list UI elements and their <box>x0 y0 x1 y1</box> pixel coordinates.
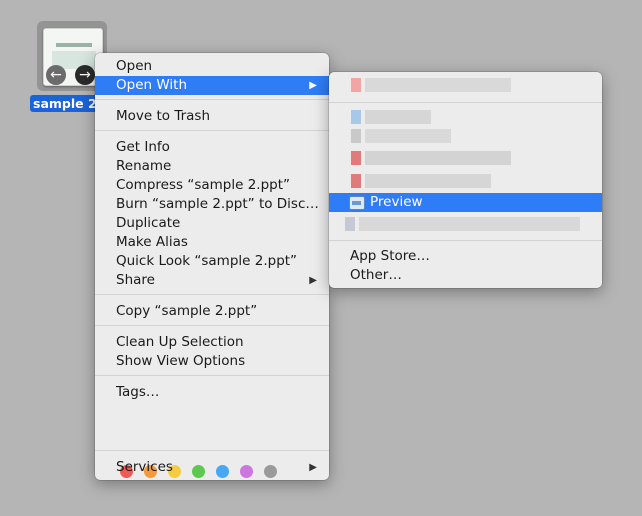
menu-item-quick-look[interactable]: Quick Look “sample 2.ppt” <box>95 252 329 271</box>
menu-item-other[interactable]: Other… <box>329 266 602 285</box>
menu-item-tags[interactable]: Tags… <box>95 383 329 402</box>
obscured-app-item[interactable] <box>351 174 491 188</box>
menu-item-share[interactable]: Share ▶ <box>95 271 329 290</box>
previous-arrow-icon[interactable]: ← <box>46 65 66 85</box>
obscured-app-item[interactable] <box>351 151 511 165</box>
menu-item-move-to-trash[interactable]: Move to Trash <box>95 107 329 126</box>
next-arrow-icon[interactable]: → <box>75 65 95 85</box>
menu-item-make-alias[interactable]: Make Alias <box>95 233 329 252</box>
menu-item-open-with[interactable]: Open With ▶ <box>95 76 329 95</box>
slide-title-bar <box>56 43 92 47</box>
menu-item-show-view-options[interactable]: Show View Options <box>95 352 329 371</box>
menu-separator <box>95 325 329 326</box>
submenu-arrow-icon: ▶ <box>309 80 317 91</box>
menu-item-clean-up-selection[interactable]: Clean Up Selection <box>95 333 329 352</box>
menu-separator <box>95 450 329 451</box>
obscured-app-item[interactable] <box>345 217 580 231</box>
menu-item-preview[interactable]: Preview <box>329 193 602 212</box>
context-menu: Open Open With ▶ Move to Trash Get Info … <box>95 53 329 480</box>
menu-item-copy[interactable]: Copy “sample 2.ppt” <box>95 302 329 321</box>
submenu-arrow-icon: ▶ <box>309 275 317 286</box>
preview-app-icon <box>349 196 365 210</box>
menu-item-duplicate[interactable]: Duplicate <box>95 214 329 233</box>
open-with-submenu: Preview App Store… Other… <box>329 72 602 288</box>
menu-item-services[interactable]: Services ▶ <box>95 458 329 477</box>
menu-item-share-label: Share <box>116 272 155 288</box>
menu-separator <box>95 375 329 376</box>
menu-item-app-store[interactable]: App Store… <box>329 247 602 266</box>
menu-separator <box>95 294 329 295</box>
menu-item-compress[interactable]: Compress “sample 2.ppt” <box>95 176 329 195</box>
menu-separator <box>329 240 602 241</box>
menu-item-get-info[interactable]: Get Info <box>95 138 329 157</box>
menu-separator <box>95 99 329 100</box>
menu-item-burn[interactable]: Burn “sample 2.ppt” to Disc… <box>95 195 329 214</box>
obscured-app-item[interactable] <box>351 78 511 92</box>
obscured-app-item[interactable] <box>351 110 431 124</box>
menu-item-open[interactable]: Open <box>95 57 329 76</box>
menu-separator <box>329 102 602 103</box>
menu-item-rename[interactable]: Rename <box>95 157 329 176</box>
obscured-app-item[interactable] <box>351 129 451 143</box>
menu-item-open-with-label: Open With <box>116 77 188 93</box>
menu-item-services-label: Services <box>116 459 173 475</box>
submenu-arrow-icon: ▶ <box>309 462 317 473</box>
menu-separator <box>95 130 329 131</box>
